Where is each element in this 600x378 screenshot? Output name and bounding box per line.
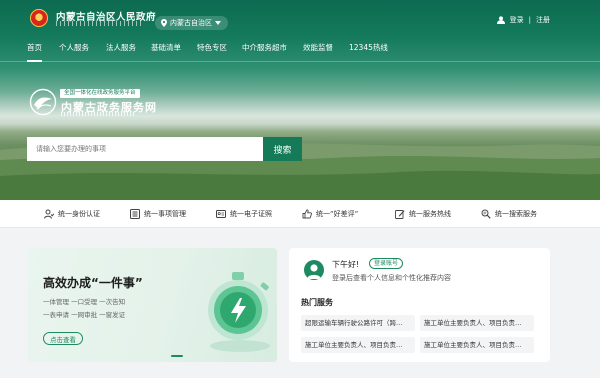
- nav-legal-person-services[interactable]: 法人服务: [106, 42, 136, 53]
- user-icon: [496, 16, 505, 24]
- service-panel: 下午好! 登录账号 登录后查看个人信息和个性化推荐内容 热门服务 超限运输车辆行…: [289, 248, 550, 362]
- hot-service-item[interactable]: 施工单位主要负责人、项目负责…: [420, 315, 534, 331]
- portal-name-mongolian-script: [61, 112, 135, 116]
- user-area: 登录 | 注册: [496, 15, 550, 25]
- hot-services-title: 热门服务: [301, 298, 333, 307]
- caret-down-icon: [215, 21, 221, 25]
- login-link[interactable]: 登录: [510, 15, 524, 25]
- user-avatar-icon: [307, 264, 321, 279]
- quick-link-e-license[interactable]: 统一电子证照: [216, 209, 272, 219]
- promo-line: 一体管理 一口受理 一次告知: [43, 298, 126, 306]
- location-pin-icon: [161, 19, 167, 27]
- stopwatch-illustration-icon: [208, 272, 270, 352]
- edit-icon: [395, 210, 405, 219]
- search-button[interactable]: 搜索: [263, 137, 302, 161]
- thumbs-up-icon: [302, 209, 312, 219]
- register-link[interactable]: 注册: [536, 15, 550, 25]
- quick-link-item-management[interactable]: 统一事项管理: [130, 209, 186, 219]
- promo-title: 高效办成“一件事”: [43, 276, 143, 290]
- quick-link-label: 统一电子证照: [230, 210, 272, 218]
- nav-efficiency-supervision[interactable]: 效能监督: [303, 42, 333, 53]
- nav-personal-services[interactable]: 个人服务: [59, 42, 89, 53]
- login-account-link[interactable]: 登录账号: [369, 258, 404, 269]
- search-list-icon: [481, 209, 491, 219]
- site-title-mongolian-script: [56, 21, 142, 26]
- id-card-icon: [216, 210, 226, 218]
- quick-links-bar: 统一身份认证 统一事项管理 统一电子证照 统一“好差评” 统一服务热线 统一搜索…: [0, 200, 600, 228]
- nav-featured-zones[interactable]: 特色专区: [197, 42, 227, 53]
- quick-link-label: 统一事项管理: [144, 210, 186, 218]
- greeting: 下午好!: [332, 260, 360, 269]
- national-emblem-icon: [30, 9, 48, 27]
- user-id-icon: [44, 209, 54, 219]
- nav-12345-hotline[interactable]: 12345热线: [349, 42, 388, 53]
- promo-line: 一表申请 一网审批 一窗发证: [43, 311, 126, 319]
- nav-home[interactable]: 首页: [27, 42, 42, 62]
- hot-service-item[interactable]: 超限运输车辆行驶公路许可（跨…: [301, 315, 415, 331]
- region-label: 内蒙古自治区: [170, 19, 212, 27]
- main-nav: 首页 个人服务 法人服务 基础清单 特色专区 中介服务超市 效能监督 12345…: [0, 36, 600, 62]
- nav-basic-lists[interactable]: 基础清单: [151, 42, 181, 53]
- quick-link-unified-search[interactable]: 统一搜索服务: [481, 209, 537, 219]
- hot-service-item[interactable]: 施工单位主要负责人、项目负责…: [301, 337, 415, 353]
- promo-banner-card[interactable]: 高效办成“一件事” 一体管理 一口受理 一次告知 一表申请 一网审批 一窗发证 …: [28, 248, 277, 362]
- quick-link-label: 统一服务热线: [409, 210, 451, 218]
- platform-tag: 全国一体化在线政务服务平台: [60, 89, 140, 98]
- quick-link-identity-auth[interactable]: 统一身份认证: [44, 209, 100, 219]
- separator: |: [528, 16, 531, 24]
- quick-link-good-bad-review[interactable]: 统一“好差评”: [302, 209, 358, 219]
- quick-link-service-hotline[interactable]: 统一服务热线: [395, 209, 451, 219]
- portal-logo-icon: [29, 88, 57, 116]
- avatar: [304, 260, 324, 280]
- greeting-subtitle: 登录后查看个人信息和个性化推荐内容: [332, 274, 451, 282]
- view-details-button[interactable]: 点击查看: [43, 332, 83, 345]
- top-bar: 内蒙古自治区人民政府 内蒙古自治区 登录 | 注册: [0, 0, 600, 36]
- nav-agency-supermarket[interactable]: 中介服务超市: [242, 42, 287, 53]
- hot-service-item[interactable]: 施工单位主要负责人、项目负责…: [420, 337, 534, 353]
- quick-link-label: 统一身份认证: [58, 210, 100, 218]
- list-icon: [130, 209, 140, 219]
- search-input[interactable]: [27, 137, 263, 161]
- quick-link-label: 统一搜索服务: [495, 210, 537, 218]
- carousel-indicator[interactable]: [171, 355, 183, 357]
- region-selector[interactable]: 内蒙古自治区: [155, 16, 228, 30]
- quick-link-label: 统一“好差评”: [316, 210, 359, 218]
